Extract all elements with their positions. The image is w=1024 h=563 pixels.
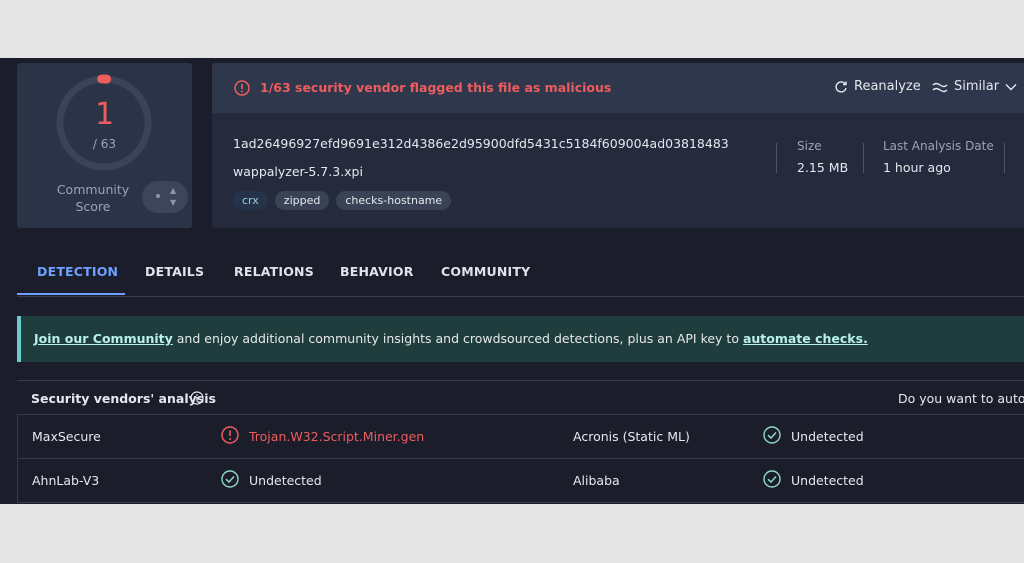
community-vote-widget[interactable]: ▲ ▼: [142, 181, 188, 213]
reanalyze-label: Reanalyze: [854, 79, 921, 94]
divider: [776, 143, 777, 173]
arrow-down-icon[interactable]: ▼: [170, 198, 176, 207]
last-analysis-date-label: Last Analysis Date: [883, 139, 994, 153]
file-summary-card: 1/63 security vendor flagged this file a…: [212, 63, 1024, 228]
vendor-analysis-section: Security vendors' analysis Do you want t…: [17, 380, 1024, 504]
join-community-link[interactable]: Join our Community: [34, 331, 173, 346]
chevron-down-icon: [1005, 83, 1017, 90]
alert-circle-icon: [234, 80, 250, 96]
check-circle-icon: [763, 470, 781, 488]
detected-count: 1: [94, 97, 115, 132]
tab-behavior[interactable]: BEHAVIOR: [340, 264, 414, 279]
check-circle-icon: [221, 470, 239, 488]
vendor-name: AhnLab-V3: [32, 473, 100, 488]
alert-circle-icon: [221, 426, 239, 444]
file-hash[interactable]: 1ad26496927efd9691e312d4386e2d95900dfd54…: [233, 136, 729, 151]
file-tags: crx zipped checks-hostname: [233, 191, 452, 210]
last-analysis-date-value: 1 hour ago: [883, 160, 951, 175]
table-row: MaxSecure Trojan.W32.Script.Miner.gen Ac…: [17, 415, 1024, 459]
banner-text: Join our Community and enjoy additional …: [34, 331, 868, 346]
malicious-alert-text: 1/63 security vendor flagged this file a…: [260, 80, 612, 95]
vendor-analysis-header: Security vendors' analysis Do you want t…: [17, 380, 1024, 415]
detection-result: Undetected: [791, 429, 864, 444]
vote-score-dot: [156, 194, 160, 198]
banner-middle-text: and enjoy additional community insights …: [172, 331, 743, 346]
reanalyze-button[interactable]: Reanalyze: [834, 79, 921, 94]
similar-dropdown[interactable]: Similar: [932, 79, 1017, 94]
detection-result: Undetected: [791, 473, 864, 488]
similar-icon: [932, 82, 948, 92]
vendor-name: Alibaba: [573, 473, 620, 488]
detection-result: Trojan.W32.Script.Miner.gen: [249, 429, 425, 444]
community-score-card: 1 / 63 Community Score ▲ ▼: [17, 63, 192, 228]
check-circle-icon: [763, 426, 781, 444]
vendor-name: MaxSecure: [32, 429, 101, 444]
refresh-icon: [835, 80, 847, 93]
vendor-name: Acronis (Static ML): [573, 429, 690, 444]
tag-checks-hostname[interactable]: checks-hostname: [336, 191, 452, 210]
similar-label: Similar: [954, 79, 1000, 94]
community-score-label-line2: Score: [75, 199, 111, 214]
divider: [863, 143, 864, 173]
info-icon[interactable]: [190, 391, 204, 405]
tag-zipped[interactable]: zipped: [274, 191, 330, 210]
vendor-analysis-title: Security vendors' analysis: [31, 391, 216, 406]
tab-details[interactable]: DETAILS: [145, 264, 204, 279]
detection-result: Undetected: [249, 473, 322, 488]
active-tab-indicator: [17, 293, 125, 295]
tab-detection[interactable]: DETECTION: [37, 264, 118, 279]
divider: [1004, 143, 1005, 173]
tag-crx[interactable]: crx: [233, 191, 268, 210]
automate-prompt[interactable]: Do you want to autom: [898, 391, 1024, 406]
virustotal-report: 1 / 63 Community Score ▲ ▼ 1/63 security…: [0, 58, 1024, 504]
community-banner: Join our Community and enjoy additional …: [17, 316, 1024, 362]
tab-relations[interactable]: RELATIONS: [234, 264, 314, 279]
report-tabs: DETECTION DETAILS RELATIONS BEHAVIOR COM…: [17, 254, 1024, 297]
size-label: Size: [797, 139, 822, 153]
table-row: AhnLab-V3 Undetected Alibaba Undetected: [17, 459, 1024, 503]
file-name: wappalyzer-5.7.3.xpi: [233, 164, 363, 179]
size-value: 2.15 MB: [797, 160, 849, 175]
arrow-up-icon[interactable]: ▲: [170, 186, 176, 195]
automate-checks-link[interactable]: automate checks.: [743, 331, 868, 346]
tab-community[interactable]: COMMUNITY: [441, 264, 530, 279]
file-header-bar: 1/63 security vendor flagged this file a…: [212, 63, 1024, 113]
total-vendors: / 63: [92, 137, 117, 151]
community-score-label: Community Score: [45, 181, 141, 215]
community-score-label-line1: Community: [56, 182, 130, 197]
